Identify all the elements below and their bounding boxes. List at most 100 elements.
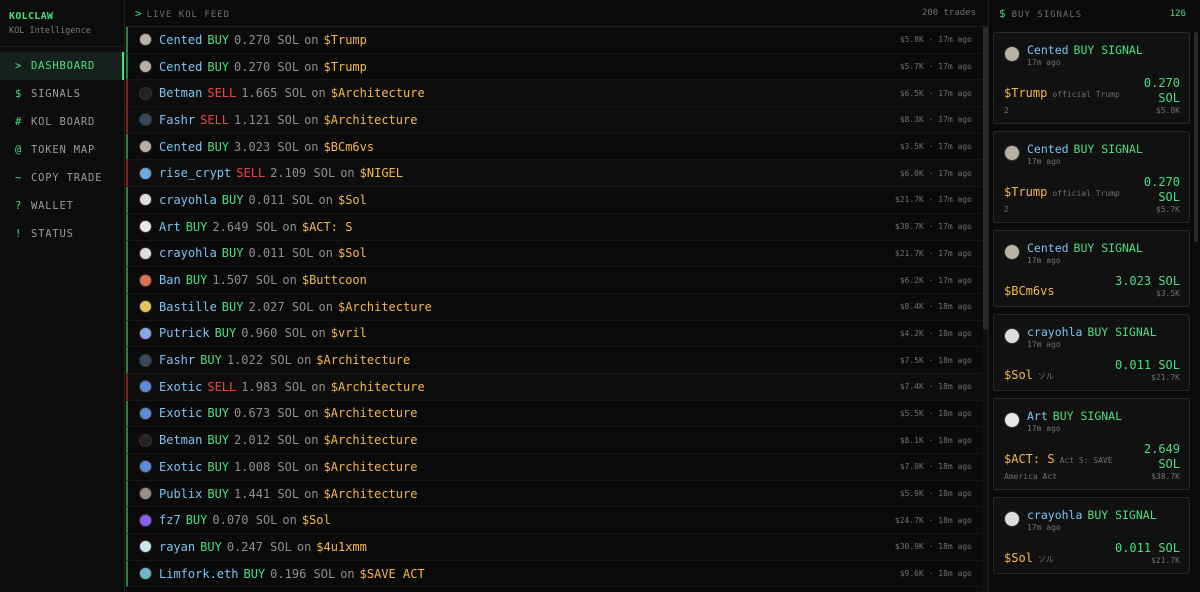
signal-time: 17m ago — [1027, 424, 1061, 433]
feed-row[interactable]: Fashr SELL 1.121 SOL on $Architecture $8.3K ·… — [126, 107, 982, 134]
token-link[interactable]: $Sol — [1004, 368, 1033, 382]
kol-name-link[interactable]: rise_crypt — [159, 166, 231, 180]
kol-name-link[interactable]: Fashr — [159, 353, 195, 367]
signal-card[interactable]: crayohla BUY SIGNAL 17m ago $Sol ソル 0.011 SOL… — [993, 497, 1190, 574]
kol-name-link[interactable]: Art — [1027, 409, 1048, 423]
token-link[interactable]: $NIGEL — [360, 166, 403, 180]
kol-name-link[interactable]: rayan — [159, 540, 195, 554]
signal-card[interactable]: Cented BUY SIGNAL 17m ago $Trump official Tr… — [993, 32, 1190, 124]
token-link[interactable]: $Trump — [324, 60, 367, 74]
kol-name-link[interactable]: Art — [159, 220, 181, 234]
feed-list[interactable]: Cented BUY 0.270 SOL on $Trump $5.8K · 17m ag… — [125, 27, 988, 592]
kol-name-link[interactable]: Cented — [159, 140, 202, 154]
signal-value: 0.011 SOL $21.7K — [1115, 358, 1180, 382]
kol-name-link[interactable]: fz7 — [159, 513, 181, 527]
kol-name-link[interactable]: crayohla — [159, 246, 217, 260]
token-link[interactable]: $Sol — [1004, 551, 1033, 565]
kol-name-link[interactable]: crayohla — [1027, 325, 1082, 339]
signal-card[interactable]: Art BUY SIGNAL 17m ago $ACT: S Act S: SAVE Am… — [993, 398, 1190, 490]
token-link[interactable]: $SAVE ACT — [360, 567, 425, 581]
nav-item-copy-trade[interactable]: ~ COPY TRADE — [0, 164, 124, 192]
token-link[interactable]: $Architecture — [338, 300, 432, 314]
market-cap: $5.9K — [899, 489, 924, 499]
nav-item-signals[interactable]: $ SIGNALS — [0, 80, 124, 108]
kol-name-link[interactable]: Exotic — [159, 460, 202, 474]
kol-name-link[interactable]: Betman — [159, 86, 202, 100]
nav-item-wallet[interactable]: ? WALLET — [0, 192, 124, 220]
token-link[interactable]: $Architecture — [331, 86, 425, 100]
token-link[interactable]: $vril — [331, 326, 367, 340]
token-link[interactable]: $Sol — [302, 513, 331, 527]
kol-name-link[interactable]: crayohla — [1027, 508, 1082, 522]
feed-row[interactable]: Putrick BUY 0.960 SOL on $vril $4.2K · 18m ag… — [126, 320, 982, 348]
feed-row[interactable]: Exotic BUY 1.008 SOL on $Architecture $7.0K ·… — [126, 454, 982, 481]
market-cap: $8.4K — [899, 302, 924, 312]
token-link[interactable]: $Architecture — [324, 113, 418, 127]
feed-row[interactable]: Betman BUY 2.012 SOL on $Architecture $8.1K ·… — [126, 427, 982, 454]
kol-name-link[interactable]: Putrick — [159, 326, 210, 340]
signals-scrollbar-thumb[interactable] — [1194, 32, 1198, 242]
nav-item-kol-board[interactable]: # KOL BOARD — [0, 108, 124, 136]
feed-row[interactable]: Exotic SELL 1.983 SOL on $Architecture $7.4K … — [126, 373, 982, 401]
feed-row[interactable]: rayan BUY 0.247 SOL on $4u1xmm $30.9K · 18m a… — [126, 534, 982, 561]
kol-name-link[interactable]: crayohla — [159, 193, 217, 207]
feed-row[interactable]: Exotic BUY 0.673 SOL on $Architecture $5.5K ·… — [126, 400, 982, 428]
feed-row[interactable]: Publix BUY 1.441 SOL on $Architecture $5.9K ·… — [126, 480, 982, 508]
kol-name-link[interactable]: Cented — [159, 33, 202, 47]
token-link[interactable]: $ACT: S — [302, 220, 353, 234]
token-link[interactable]: $Trump — [324, 33, 367, 47]
signal-card[interactable]: Cented BUY SIGNAL 17m ago $Trump official Tr… — [993, 131, 1190, 223]
token-link[interactable]: $BCm6vs — [1004, 284, 1055, 298]
token-link[interactable]: $ACT: S — [1004, 452, 1055, 466]
token-link[interactable]: $Architecture — [316, 353, 410, 367]
feed-row[interactable]: Art BUY 2.649 SOL on $ACT: S $38.7K · 17m ago — [126, 213, 982, 241]
token-link[interactable]: $Architecture — [324, 460, 418, 474]
nav-item-status[interactable]: ! STATUS — [0, 220, 124, 248]
kol-name-link[interactable]: Exotic — [159, 380, 202, 394]
feed-row[interactable]: Cented BUY 0.270 SOL on $Trump $5.8K · 17m ag… — [126, 27, 982, 54]
signal-card[interactable]: crayohla BUY SIGNAL 17m ago $Sol ソル 0.011 SOL… — [993, 314, 1190, 391]
signal-time: 17m ago — [1027, 256, 1061, 265]
signals-list[interactable]: Cented BUY SIGNAL 17m ago $Trump official Tr… — [993, 32, 1190, 581]
feed-row[interactable]: Ban BUY 1.507 SOL on $Buttcoon $6.2K · 17m ag… — [126, 267, 982, 294]
feed-row[interactable]: Cented BUY 3.023 SOL on $BCm6vs $3.5K · 17m a… — [126, 133, 982, 161]
feed-row[interactable]: Betman SELL 1.665 SOL on $Architecture $6.5K … — [126, 80, 982, 108]
nav-item-dashboard[interactable]: > DASHBOARD — [0, 52, 124, 80]
token-link[interactable]: $Trump — [1004, 86, 1047, 100]
token-link[interactable]: $BCm6vs — [324, 140, 375, 154]
kol-name-link[interactable]: Fashr — [159, 113, 195, 127]
feed-row[interactable]: crayohla BUY 0.011 SOL on $Sol $21.7K · 17m a… — [126, 187, 982, 214]
feed-row[interactable]: Limfork.eth BUY 0.196 SOL on $SAVE ACT $9.6K … — [126, 560, 982, 588]
token-link[interactable]: $4u1xmm — [316, 540, 367, 554]
token-link[interactable]: $Buttcoon — [302, 273, 367, 287]
kol-name-link[interactable]: Betman — [159, 433, 202, 447]
feed-row[interactable]: crayohla BUY 0.011 SOL on $Sol $21.7K · 17m a… — [126, 240, 982, 268]
token-link[interactable]: $Sol — [338, 193, 367, 207]
token-link[interactable]: $Sol — [338, 246, 367, 260]
trade-meta: $5.9K · 18m ago — [900, 489, 972, 498]
kol-name-link[interactable]: Cented — [1027, 142, 1069, 156]
kol-name-link[interactable]: Ban — [159, 273, 181, 287]
kol-name-link[interactable]: Bastille — [159, 300, 217, 314]
trade-action: BUY — [200, 353, 222, 368]
signal-card[interactable]: Cented BUY SIGNAL 17m ago $BCm6vs 3.023 SOL $… — [993, 230, 1190, 307]
kol-avatar — [139, 273, 152, 287]
kol-name-link[interactable]: Publix — [159, 487, 202, 501]
feed-row[interactable]: Bastille BUY 2.027 SOL on $Architecture $8.4K… — [126, 293, 982, 321]
token-link[interactable]: $Architecture — [324, 487, 418, 501]
kol-name-link[interactable]: Exotic — [159, 406, 202, 420]
token-link[interactable]: $Architecture — [324, 433, 418, 447]
feed-row[interactable]: rise_crypt SELL 2.109 SOL on $NIGEL $6.0K · 1… — [126, 160, 982, 188]
on-word: on — [304, 486, 319, 501]
feed-row[interactable]: Cented BUY 0.270 SOL on $Trump $5.7K · 17m ag… — [126, 53, 982, 81]
kol-name-link[interactable]: Cented — [1027, 241, 1069, 255]
feed-row[interactable]: Fashr BUY 1.022 SOL on $Architecture $7.5K · … — [126, 347, 982, 374]
token-link[interactable]: $Architecture — [324, 406, 418, 420]
nav-item-token-map[interactable]: @ TOKEN MAP — [0, 136, 124, 164]
token-link[interactable]: $Trump — [1004, 185, 1047, 199]
kol-name-link[interactable]: Cented — [159, 60, 202, 74]
feed-row[interactable]: fz7 BUY 0.070 SOL on $Sol $24.7K · 18m ago — [126, 507, 982, 535]
token-link[interactable]: $Architecture — [331, 380, 425, 394]
kol-name-link[interactable]: Cented — [1027, 43, 1069, 57]
kol-name-link[interactable]: Limfork.eth — [159, 567, 238, 581]
